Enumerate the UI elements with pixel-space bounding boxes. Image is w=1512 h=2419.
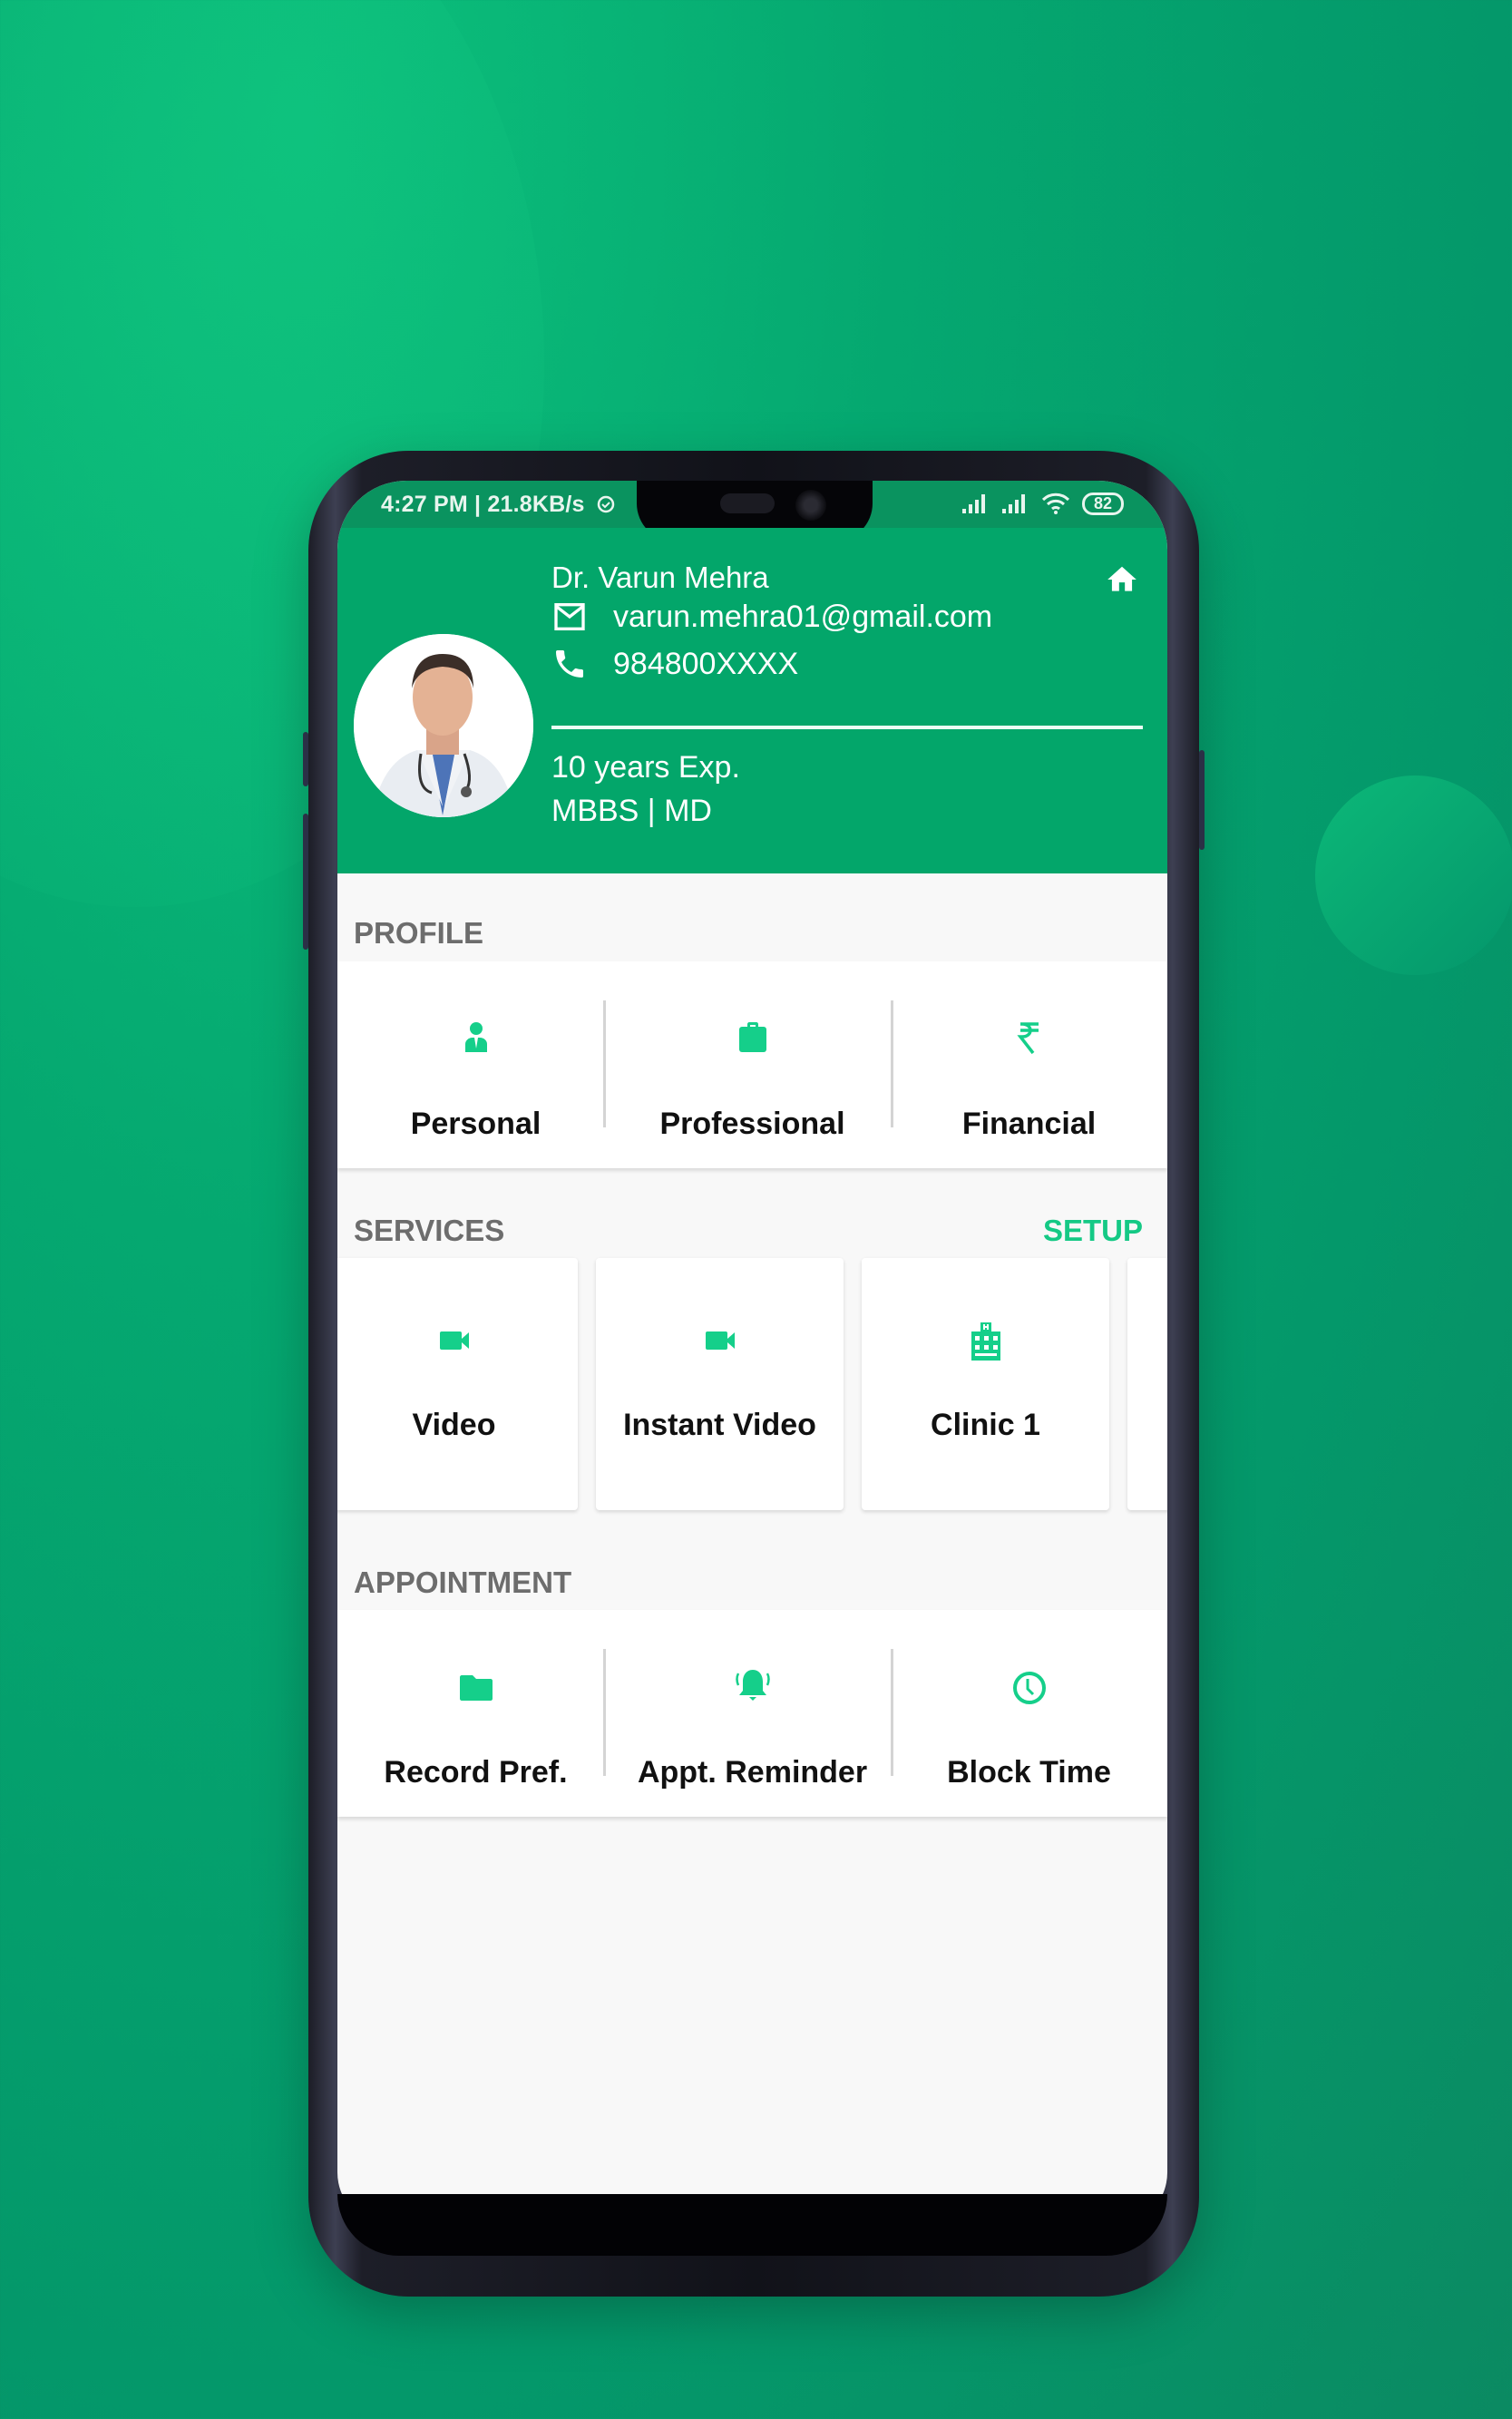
wifi-icon xyxy=(1041,493,1070,514)
doctor-photo xyxy=(354,634,533,817)
service-card-partial[interactable] xyxy=(1127,1258,1167,1510)
power-button xyxy=(1199,750,1205,850)
app-screen: 4:27 PM | 21.8KB/s 82 Dr. Varun Mehra va… xyxy=(337,481,1167,2227)
profile-item-personal[interactable]: Personal xyxy=(337,961,614,1168)
earpiece xyxy=(720,493,775,513)
appointment-item-record-pref[interactable]: Record Pref. xyxy=(337,1610,614,1817)
profile-item-label: Personal xyxy=(410,1107,541,1141)
profile-item-professional[interactable]: Professional xyxy=(614,961,891,1168)
videocam-icon xyxy=(439,1331,469,1350)
alarm-icon xyxy=(597,495,614,513)
side-button xyxy=(303,732,308,786)
appointment-section-title: APPOINTMENT xyxy=(354,1566,572,1599)
profile-item-financial[interactable]: Financial xyxy=(891,961,1167,1168)
background-circle xyxy=(1315,775,1512,975)
briefcase-icon xyxy=(738,1022,766,1052)
appointment-item-label: Appt. Reminder xyxy=(637,1755,868,1790)
experience-text: 10 years Exp. xyxy=(551,750,740,785)
profile-section-title: PROFILE xyxy=(354,916,484,950)
profile-item-label: Professional xyxy=(659,1107,845,1141)
videocam-icon xyxy=(705,1331,735,1350)
service-label: Video xyxy=(412,1408,496,1442)
service-label: Clinic 1 xyxy=(931,1408,1040,1442)
battery-icon: 82 xyxy=(1081,492,1124,515)
service-card-video[interactable]: Video xyxy=(337,1258,578,1510)
appointment-item-block-time[interactable]: Block Time xyxy=(891,1610,1167,1817)
phone-row: 984800XXXX xyxy=(551,646,798,682)
profile-header: Dr. Varun Mehra varun.mehra01@gmail.com … xyxy=(337,528,1167,873)
degrees-text: MBBS | MD xyxy=(551,794,712,828)
services-carousel[interactable]: Video Instant Video Clinic 1 xyxy=(337,1258,1167,1521)
header-divider xyxy=(551,726,1143,729)
signal-icon xyxy=(1001,494,1025,513)
clock-icon xyxy=(1012,1672,1046,1704)
signal-icon xyxy=(961,494,985,513)
appointment-item-label: Record Pref. xyxy=(384,1755,568,1790)
service-card-clinic-1[interactable]: Clinic 1 xyxy=(862,1258,1109,1510)
rupee-icon xyxy=(1016,1022,1039,1055)
hospital-icon xyxy=(971,1322,1000,1361)
avatar[interactable] xyxy=(354,634,533,817)
service-card-instant-video[interactable]: Instant Video xyxy=(596,1258,844,1510)
separator xyxy=(603,1649,606,1776)
phone-icon xyxy=(556,650,583,678)
appointment-card: Record Pref. Appt. Reminder Block Time xyxy=(337,1610,1167,1817)
appointment-item-appt-reminder[interactable]: Appt. Reminder xyxy=(614,1610,891,1817)
status-time-speed: 4:27 PM | 21.8KB/s xyxy=(381,492,585,517)
phone-chin xyxy=(337,2194,1167,2256)
bell-ring-icon xyxy=(735,1670,770,1701)
phone-text[interactable]: 984800XXXX xyxy=(613,647,798,682)
service-label: Instant Video xyxy=(623,1408,816,1442)
folder-icon xyxy=(459,1675,493,1701)
home-icon[interactable] xyxy=(1104,562,1140,597)
services-section-title: SERVICES xyxy=(354,1214,505,1247)
profile-item-label: Financial xyxy=(961,1107,1097,1141)
appointment-item-label: Block Time xyxy=(947,1755,1111,1790)
separator xyxy=(603,1000,606,1127)
email-text[interactable]: varun.mehra01@gmail.com xyxy=(613,600,992,635)
person-icon xyxy=(464,1022,487,1052)
front-camera xyxy=(795,490,826,521)
volume-button xyxy=(303,814,308,950)
phone-frame: 4:27 PM | 21.8KB/s 82 Dr. Varun Mehra va… xyxy=(303,451,1205,2297)
profile-card: Personal Professional Financial xyxy=(337,961,1167,1168)
doctor-name: Dr. Varun Mehra xyxy=(551,561,769,594)
email-icon xyxy=(554,603,585,630)
setup-button[interactable]: SETUP xyxy=(1043,1214,1143,1248)
email-row: varun.mehra01@gmail.com xyxy=(551,599,992,635)
